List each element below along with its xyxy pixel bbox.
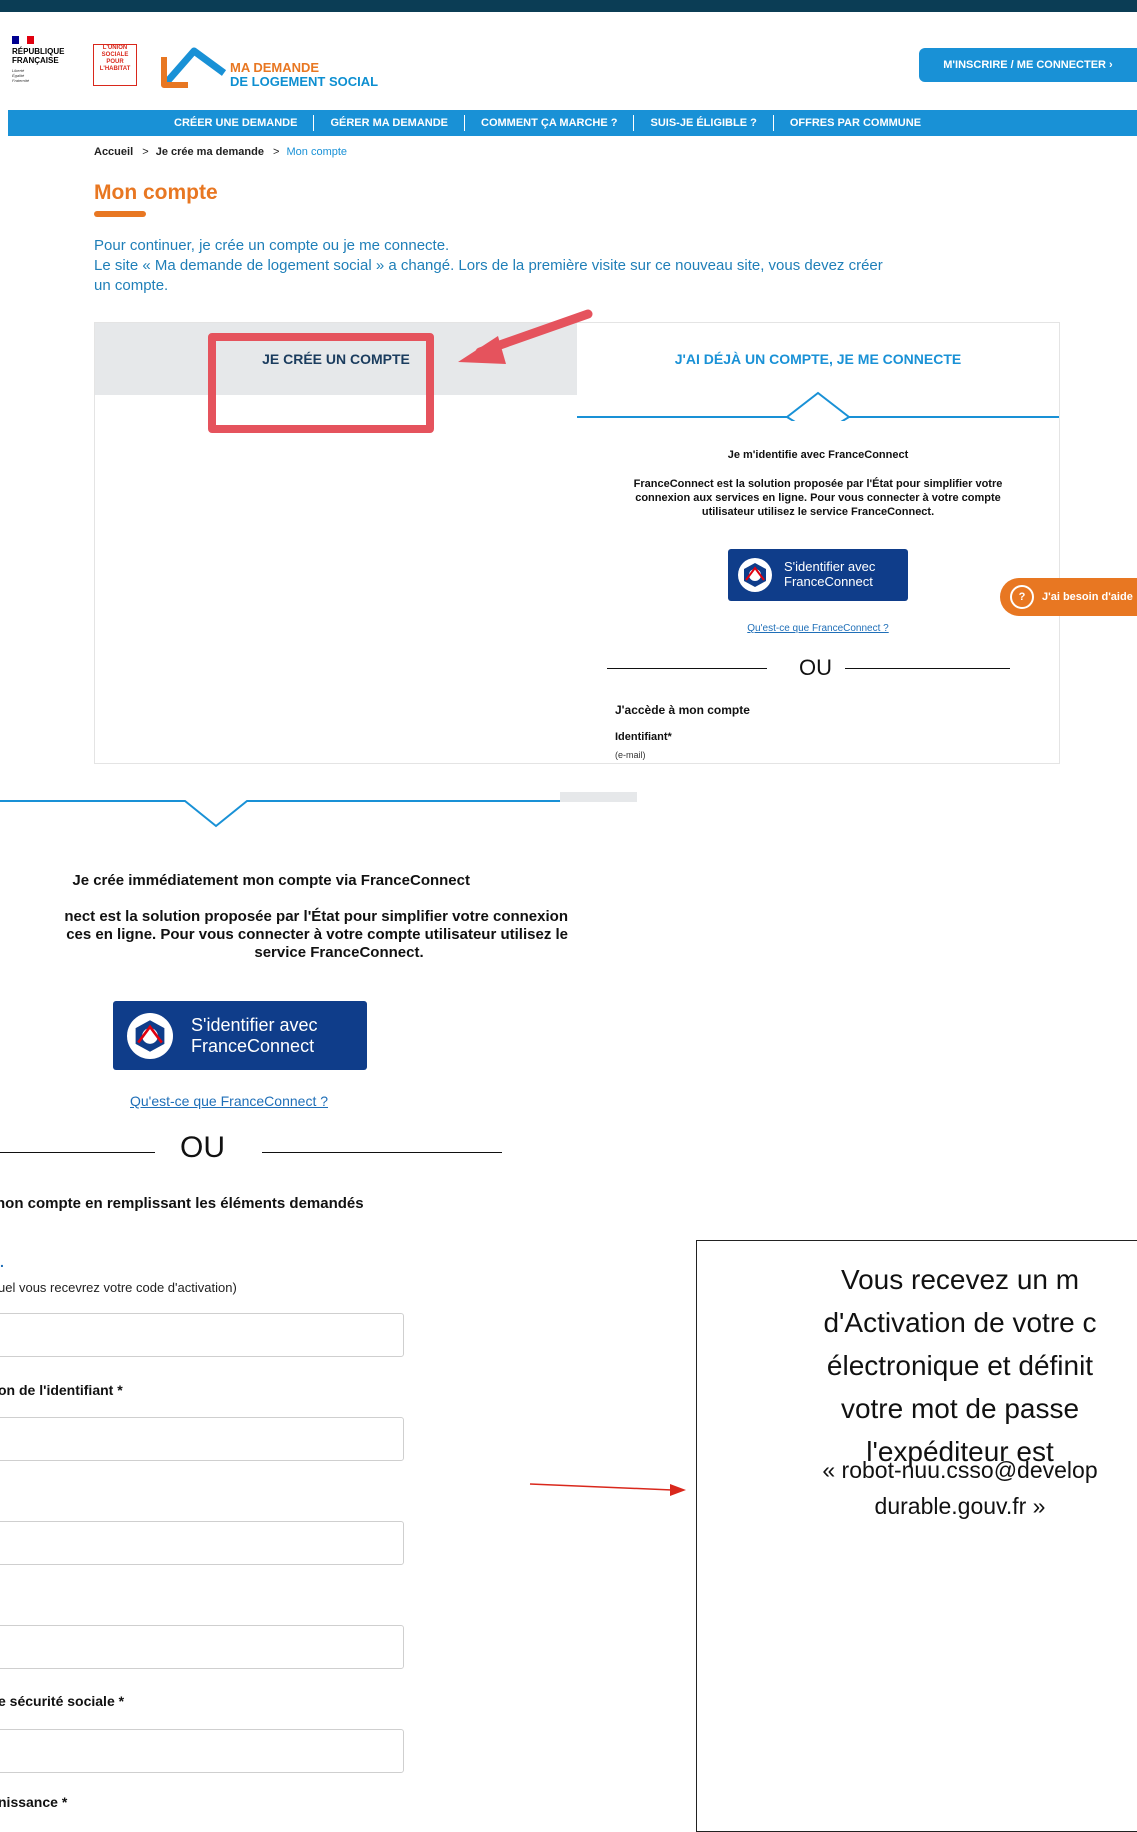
divider-line xyxy=(262,1152,502,1153)
password-confirm-input[interactable] xyxy=(0,1625,404,1669)
required-mark: . xyxy=(0,1254,4,1270)
identifier-input[interactable] xyxy=(0,1313,404,1357)
main-nav: CRÉER UNE DEMANDE GÉRER MA DEMANDE COMME… xyxy=(8,110,1137,136)
breadcrumb-home[interactable]: Accueil xyxy=(94,146,133,158)
partner-line: L'UNION xyxy=(102,45,128,51)
fc-desc-line: nect est la solution proposée par l'État… xyxy=(64,908,568,925)
annotation-email: « robot-nuu.csso@develop durable.gouv.fr… xyxy=(700,1452,1137,1524)
house-logo-icon xyxy=(161,47,227,88)
account-access-title: J'accède à mon compte xyxy=(615,703,750,717)
identifier-confirm-input[interactable] xyxy=(0,1417,404,1461)
help-icon: ? xyxy=(1010,585,1034,609)
intro-text: Pour continuer, je crée un compte ou je … xyxy=(94,236,1054,296)
title-underline xyxy=(94,211,146,217)
fc-button-line2: FranceConnect xyxy=(191,1035,315,1056)
nav-item-how[interactable]: COMMENT ÇA MARCHE ? xyxy=(464,115,633,131)
login-button[interactable]: M'INSCRIRE / ME CONNECTER › xyxy=(919,48,1137,82)
partner-line: L'HABITAT xyxy=(99,66,131,72)
fc-desc-line: ces en ligne. Pour vous connecter à votr… xyxy=(66,926,568,943)
nav-item-manage[interactable]: GÉRER MA DEMANDE xyxy=(313,115,464,131)
annotation-text: Vous recevez un m d'Activation de votre … xyxy=(700,1258,1137,1473)
divider-line xyxy=(0,1152,155,1153)
page-title: Mon compte xyxy=(94,181,218,204)
logo-line2: DE LOGEMENT SOCIAL xyxy=(230,74,379,89)
intro-line: Pour continuer, je crée un compte ou je … xyxy=(94,237,450,254)
annotation-email-line: « robot-nuu.csso@develop xyxy=(822,1457,1098,1483)
annotation-line: électronique et définit xyxy=(826,1350,1094,1381)
logo-line1: MA DEMANDE xyxy=(230,60,320,75)
franceconnect-info-link[interactable]: Qu'est-ce que FranceConnect ? xyxy=(130,1093,328,1109)
identifier-confirm-label: on de l'identifiant * xyxy=(0,1382,123,1398)
annotation-line: Vous recevez un m xyxy=(840,1264,1080,1295)
fc-login-title: Je m'identifie avec FranceConnect xyxy=(727,449,909,461)
top-band xyxy=(0,0,1137,12)
fc-login-desc: FranceConnect est la solution proposée p… xyxy=(617,477,1019,519)
highlight-box xyxy=(208,333,434,433)
franceconnect-icon xyxy=(127,1012,173,1059)
site-logo-text[interactable]: MA DEMANDE DE LOGEMENT SOCIAL xyxy=(230,61,378,89)
annotation-email-line: durable.gouv.fr » xyxy=(874,1493,1046,1519)
franceconnect-info-link[interactable]: Qu'est-ce que FranceConnect ? xyxy=(577,623,1059,634)
gov-motto: Liberté Égalité Fraternité xyxy=(12,68,30,83)
fc-create-desc: nect est la solution proposée par l'État… xyxy=(0,908,568,962)
identifier-hint: (e-mail) xyxy=(615,750,646,760)
divider-line xyxy=(607,668,767,669)
help-label: J'ai besoin d'aide xyxy=(1042,591,1133,603)
tab-edge xyxy=(560,792,637,802)
gov-label: RÉPUBLIQUE FRANÇAISE xyxy=(12,47,65,65)
or-label: OU xyxy=(180,1131,225,1164)
annotation-line: votre mot de passe xyxy=(840,1393,1080,1424)
identifier-hint: uel vous recevrez votre code d'activatio… xyxy=(0,1280,237,1295)
gov-logo: RÉPUBLIQUE FRANÇAISE Liberté Égalité Fra… xyxy=(12,36,72,83)
create-tab-indicator xyxy=(0,800,560,828)
create-form-title: non compte en remplissant les éléments d… xyxy=(0,1195,364,1212)
breadcrumb-separator: > xyxy=(142,146,149,158)
breadcrumb: Accueil > Je crée ma demande > Mon compt… xyxy=(94,146,347,158)
ssn-label: e sécurité sociale * xyxy=(0,1693,125,1709)
identifier-label: Identifiant* xyxy=(615,731,672,743)
login-column: Je m'identifie avec FranceConnect France… xyxy=(577,323,1059,763)
fc-desc-line: connexion aux services en ligne. Pour vo… xyxy=(635,492,1001,504)
help-button[interactable]: ? J'ai besoin d'aide xyxy=(1000,578,1137,616)
fc-desc-line: service FranceConnect. xyxy=(254,944,424,961)
divider-line xyxy=(845,668,1010,669)
franceconnect-create-button[interactable]: S'identifier avec FranceConnect xyxy=(113,1001,367,1070)
intro-line: Le site « Ma demande de logement social … xyxy=(94,257,883,274)
breadcrumb-step[interactable]: Je crée ma demande xyxy=(156,146,264,158)
fc-button-line1: S'identifier avec xyxy=(191,1014,318,1035)
flag-icon xyxy=(12,36,34,44)
or-label: OU xyxy=(799,655,832,680)
breadcrumb-current: Mon compte xyxy=(286,146,348,158)
fc-button-line1: S'identifier avec xyxy=(784,559,876,575)
nav-item-offers[interactable]: OFFRES PAR COMMUNE xyxy=(772,115,937,131)
intro-line: un compte. xyxy=(94,277,169,294)
franceconnect-login-button[interactable]: S'identifier avec FranceConnect xyxy=(728,549,908,601)
franceconnect-icon xyxy=(738,558,772,592)
partner-line: POUR xyxy=(106,59,124,65)
partner-logo: L'UNION SOCIALE POUR L'HABITAT xyxy=(93,44,137,86)
partner-line: SOCIALE xyxy=(101,52,129,58)
nav-item-create[interactable]: CRÉER UNE DEMANDE xyxy=(158,115,313,131)
birth-label: nissance * xyxy=(0,1794,68,1810)
ssn-input[interactable] xyxy=(0,1729,404,1773)
password-input[interactable] xyxy=(0,1521,404,1565)
fc-desc-line: utilisateur utilisez le service FranceCo… xyxy=(701,506,935,518)
fc-desc-line: FranceConnect est la solution proposée p… xyxy=(633,478,1003,490)
breadcrumb-separator: > xyxy=(273,146,280,158)
fc-button-line2: FranceConnect xyxy=(784,574,873,589)
nav-item-eligible[interactable]: SUIS-JE ÉLIGIBLE ? xyxy=(633,115,772,131)
annotation-line: d'Activation de votre c xyxy=(823,1307,1097,1338)
fc-create-title: Je crée immédiatement mon compte via Fra… xyxy=(72,872,470,889)
